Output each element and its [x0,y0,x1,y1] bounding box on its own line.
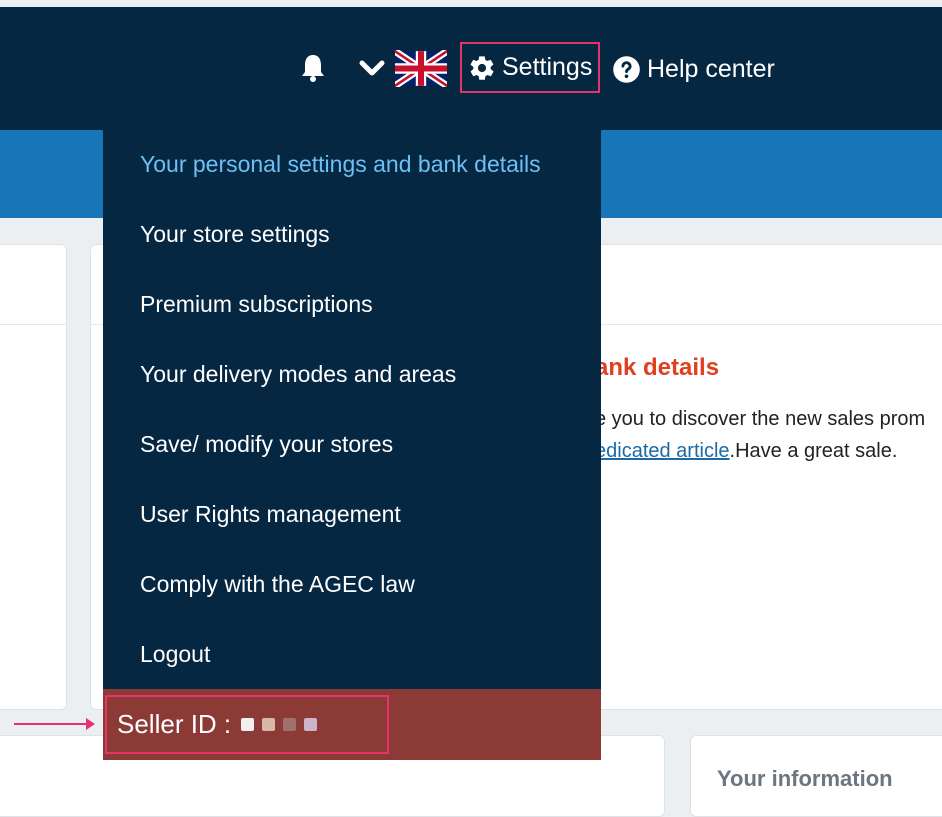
bell-icon[interactable] [298,52,328,84]
dedicated-article-link[interactable]: edicated article [595,440,730,462]
menu-item-agec-law[interactable]: Comply with the AGEC law [140,571,415,598]
alert-text-line-1: e you to discover the new sales prom [595,408,926,430]
help-center-label: Help center [647,54,775,83]
seller-id-value-redacted [241,718,318,731]
left-card [0,244,67,710]
alert-title: ank details [595,354,720,381]
menu-item-user-rights[interactable]: User Rights management [140,501,401,528]
settings-dropdown-menu: Your personal settings and bank details … [103,130,601,760]
menu-item-premium-subscriptions[interactable]: Premium subscriptions [140,291,373,318]
menu-item-logout[interactable]: Logout [140,641,210,668]
menu-item-delivery-modes[interactable]: Your delivery modes and areas [140,361,456,388]
menu-item-store-settings[interactable]: Your store settings [140,221,330,248]
annotation-arrow-line [14,723,92,725]
alert-text-tail: .Have a great sale. [729,440,898,462]
your-information-title: Your information [717,766,893,791]
menu-item-save-modify-stores[interactable]: Save/ modify your stores [140,431,393,458]
uk-flag-icon[interactable] [395,50,447,87]
question-circle-icon [612,55,641,84]
settings-button[interactable]: Settings [460,42,600,93]
chevron-down-icon[interactable] [358,56,386,80]
seller-id-label: Seller ID : [117,709,232,739]
alert-text-line-2: edicated article.Have a great sale. [595,440,897,463]
help-center-link[interactable]: Help center [612,52,775,86]
gear-icon [468,54,496,82]
seller-id-highlight: Seller ID : [105,695,389,754]
annotation-arrow-head [86,718,95,730]
seller-id-bar: Seller ID : [103,689,601,760]
card-divider [0,324,66,325]
settings-label: Settings [502,53,593,81]
menu-item-personal-settings[interactable]: Your personal settings and bank details [140,151,541,178]
